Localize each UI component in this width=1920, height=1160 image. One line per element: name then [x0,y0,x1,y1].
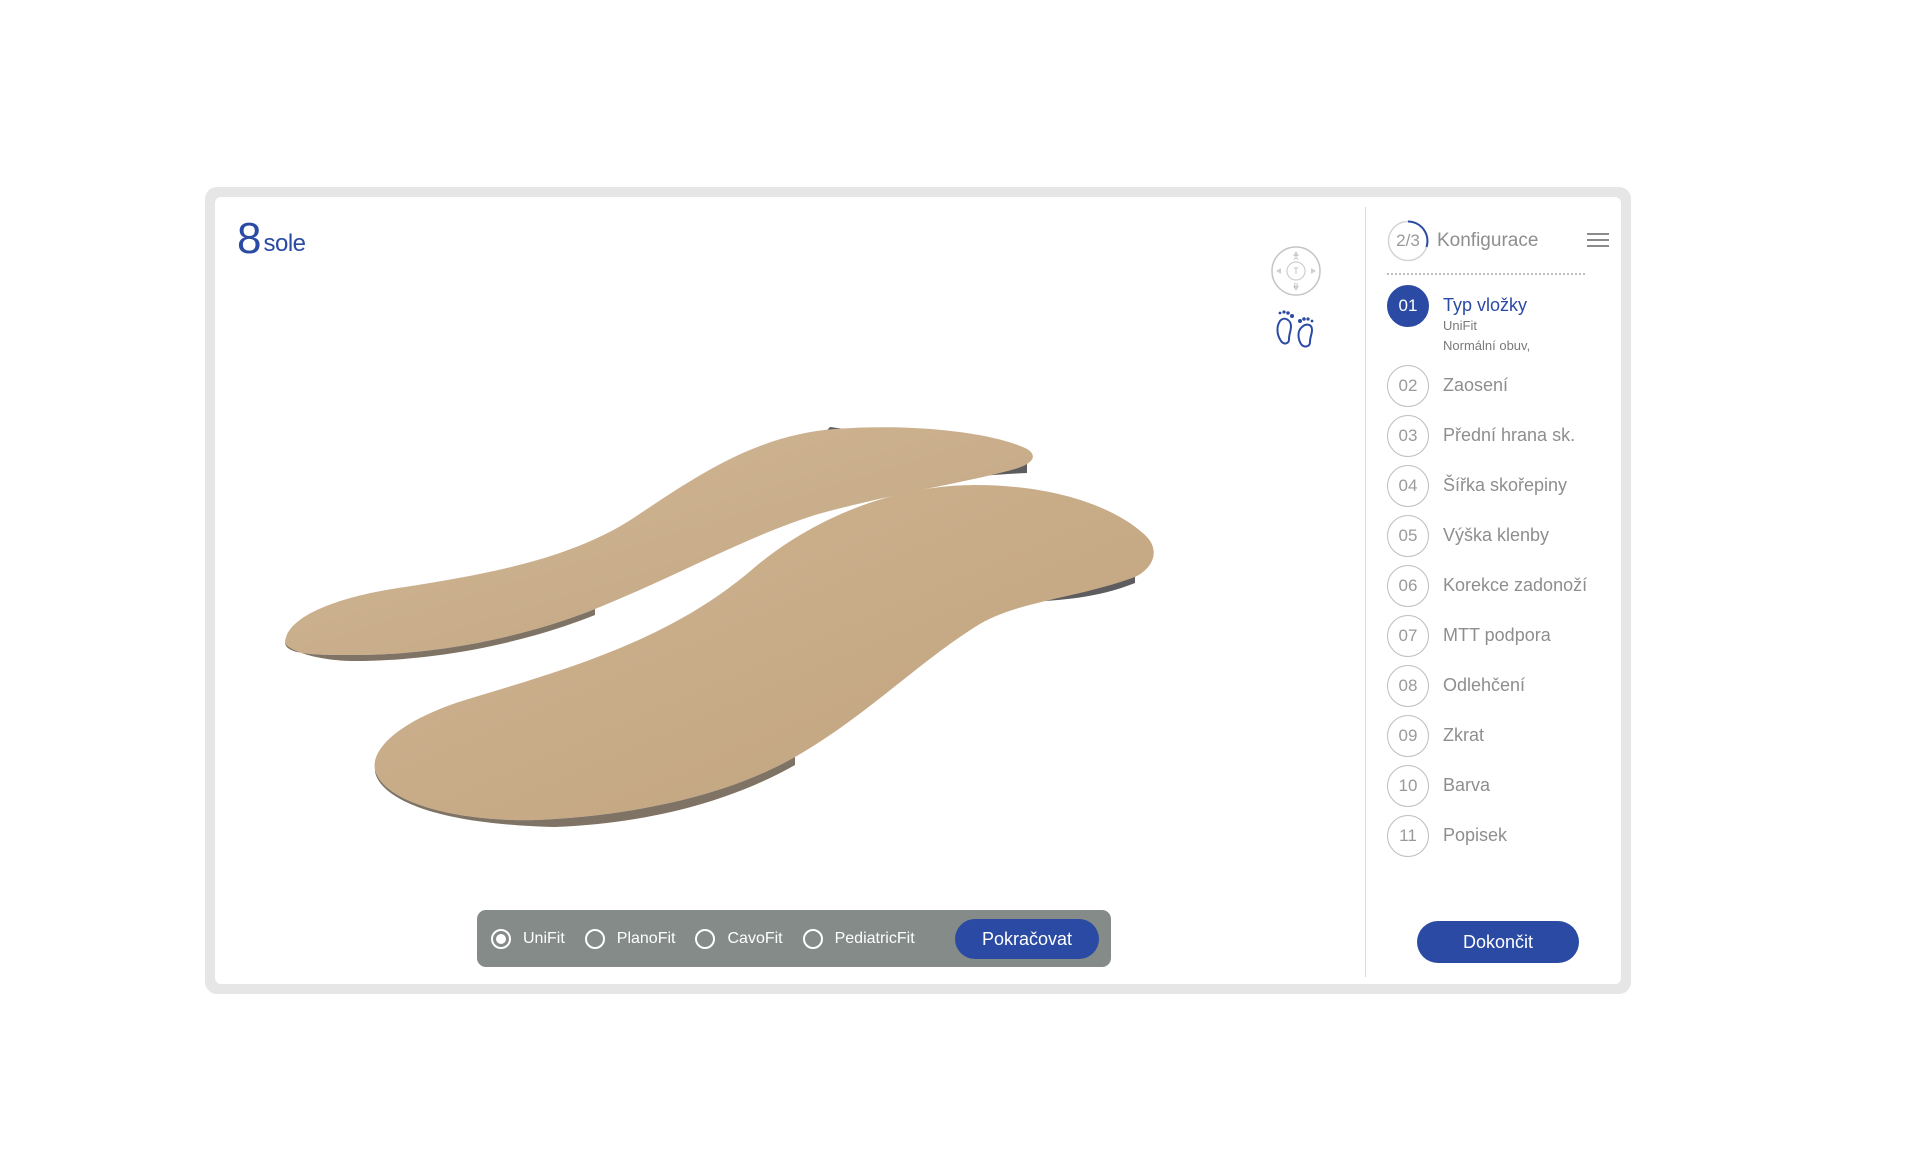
progress-text: 2/3 [1396,231,1420,250]
compass-letter-t: T [1293,266,1299,276]
step-number: 06 [1387,565,1429,607]
step-10[interactable]: 10 Barva [1387,765,1490,807]
step-number: 02 [1387,365,1429,407]
logo-text: sole [263,230,306,257]
insole-type-selector: UniFit PlanoFit CavoFit PediatricFit Pok… [477,910,1111,967]
step-detail-footwear: Normální obuv, [1443,338,1531,353]
compass-letter-p: P [1294,283,1299,290]
view-compass-icon[interactable]: A T P [1270,245,1322,297]
step-11[interactable]: 11 Popisek [1387,815,1507,857]
step-label: Přední hrana sk. [1443,425,1576,445]
brand-logo: 8 sole [237,214,306,263]
step-label: Typ vložky [1443,295,1528,315]
radio-label-cavofit: CavoFit [727,929,783,947]
step-label: Zaosení [1443,375,1509,395]
configuration-panel: 2/3 Konfigurace 01 Typ vložky UniFit Nor… [1387,219,1609,857]
step-label: Odlehčení [1443,675,1526,695]
radio-unifit[interactable] [491,928,511,949]
step-label: Zkrat [1443,725,1485,745]
step-number: 01 [1387,285,1429,327]
radio-label-planofit: PlanoFit [616,929,676,947]
finish-button[interactable]: Dokončit [1417,921,1579,963]
step-number: 09 [1387,715,1429,757]
step-02[interactable]: 02 Zaosení [1387,365,1508,407]
step-label: MTT podpora [1443,625,1551,645]
radio-option-planofit[interactable]: PlanoFit [584,928,676,949]
step-number: 11 [1387,815,1429,857]
step-label: Barva [1443,775,1491,795]
step-06[interactable]: 06 Korekce zadonoží [1387,565,1587,607]
app-frame: 8 sole A T P UniFit PlanoFit CavoFit Ped… [205,187,1631,994]
step-number: 03 [1387,415,1429,457]
radio-cavofit[interactable] [695,928,716,949]
step-number: 08 [1387,665,1429,707]
step-label: Popisek [1443,825,1508,845]
step-03[interactable]: 03 Přední hrana sk. [1387,415,1575,457]
radio-pediatricfit[interactable] [802,928,823,949]
progress-indicator: 2/3 [1387,220,1429,262]
step-09[interactable]: 09 Zkrat [1387,715,1484,757]
panel-title: Konfigurace [1437,230,1539,251]
step-number: 10 [1387,765,1429,807]
step-07[interactable]: 07 MTT podpora [1387,615,1551,657]
radio-option-unifit[interactable]: UniFit [491,928,565,949]
step-number: 07 [1387,615,1429,657]
insole-3d-preview[interactable] [275,387,1315,847]
step-detail-type: UniFit [1443,318,1477,333]
logo-mark: 8 [237,214,262,263]
radio-option-cavofit[interactable]: CavoFit [695,928,783,949]
step-number: 05 [1387,515,1429,557]
menu-icon[interactable] [1587,232,1609,248]
radio-planofit[interactable] [584,928,605,949]
right-insole [374,485,1154,827]
configurator-card: 8 sole A T P UniFit PlanoFit CavoFit Ped… [215,197,1621,984]
step-01[interactable]: 01 Typ vložky UniFit Normální obuv, [1387,285,1530,356]
step-04[interactable]: 04 Šířka skořepiny [1387,465,1567,507]
panel-separator [1387,273,1585,275]
panel-header: 2/3 Konfigurace [1387,219,1609,263]
panel-divider [1365,207,1366,977]
radio-option-pediatricfit[interactable]: PediatricFit [802,928,915,949]
step-05[interactable]: 05 Výška klenby [1387,515,1549,557]
feet-icon[interactable] [1272,307,1316,351]
compass-letter-a: A [1294,255,1299,262]
radio-label-pediatricfit: PediatricFit [834,929,915,947]
continue-button[interactable]: Pokračovat [955,919,1099,959]
step-label: Korekce zadonoží [1443,575,1588,595]
step-label: Výška klenby [1443,525,1550,545]
step-number: 04 [1387,465,1429,507]
radio-label-unifit: UniFit [523,929,565,947]
step-08[interactable]: 08 Odlehčení [1387,665,1525,707]
step-label: Šířka skořepiny [1443,475,1568,495]
